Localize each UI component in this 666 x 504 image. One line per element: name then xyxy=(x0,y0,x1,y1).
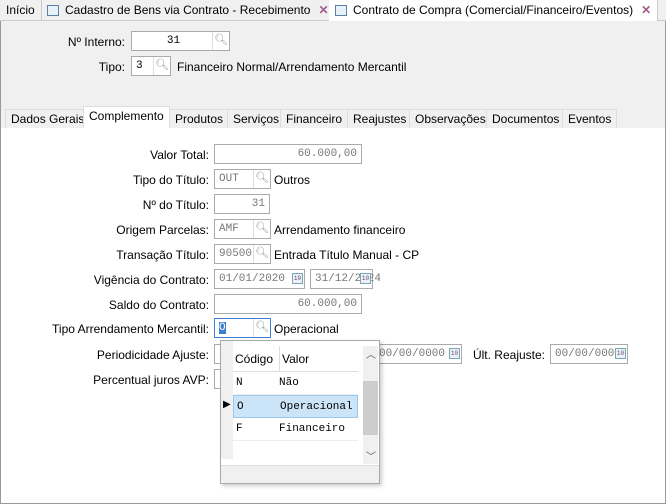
tipo-titulo-input[interactable]: OUT 🔍︎ xyxy=(214,169,271,189)
transacao-value: 90500 xyxy=(219,248,253,260)
scrollbar-thumb[interactable] xyxy=(363,381,378,435)
tab-label: Contrato de Compra (Comercial/Financeiro… xyxy=(353,3,634,17)
close-icon[interactable]: ✕ xyxy=(641,3,651,17)
section-tabs: Dados Gerais Complemento Produtos Serviç… xyxy=(0,105,666,128)
interno-value: 31 xyxy=(166,35,181,47)
scroll-down-icon[interactable]: ﹀ xyxy=(366,448,376,463)
calendar-icon[interactable]: 10 xyxy=(615,348,626,359)
vertical-scrollbar[interactable]: ︿ ﹀ xyxy=(363,346,378,464)
saldo-input[interactable]: 60.000,00 xyxy=(214,294,362,314)
tipo-titulo-value: OUT xyxy=(219,173,239,185)
calendar-icon[interactable]: 10 xyxy=(449,348,460,359)
periodicidade-date-value: 00/00/0000 xyxy=(379,348,446,360)
num-titulo-label: Nº do Título: xyxy=(142,198,209,212)
tipo-value: 3 xyxy=(136,60,143,72)
interno-input[interactable]: 31 🔍︎ xyxy=(131,31,230,51)
origem-value: AMF xyxy=(219,223,239,235)
list-item-selected[interactable]: O Operacional xyxy=(233,395,358,418)
close-icon[interactable]: ✕ xyxy=(318,3,328,17)
valor-total-label: Valor Total: xyxy=(150,148,209,162)
col-codigo-header[interactable]: Código xyxy=(235,346,273,372)
tab-observacoes[interactable]: Observações xyxy=(409,109,492,128)
ult-reajuste-input[interactable]: 00/00/0000 10 xyxy=(550,344,628,364)
search-icon[interactable]: 🔍︎ xyxy=(253,170,270,188)
list-item[interactable]: N Não xyxy=(233,372,358,395)
tab-contrato-compra[interactable]: Contrato de Compra (Comercial/Financeiro… xyxy=(329,0,659,22)
search-icon[interactable]: 🔍︎ xyxy=(153,57,170,75)
transacao-description: Entrada Título Manual - CP xyxy=(274,248,420,262)
tab-eventos[interactable]: Eventos xyxy=(562,109,618,128)
vigencia-inicio-value: 01/01/2020 xyxy=(219,273,286,285)
tab-label: Cadastro de Bens via Contrato - Recebime… xyxy=(65,3,311,17)
list-item[interactable]: F Financeiro xyxy=(233,418,358,441)
origem-input[interactable]: AMF 🔍︎ xyxy=(214,219,271,239)
row-valor: Operacional xyxy=(280,401,353,413)
arrend-description: Operacional xyxy=(274,322,339,336)
arrend-value: O xyxy=(219,322,226,334)
tab-produtos[interactable]: Produtos xyxy=(169,109,230,128)
transacao-input[interactable]: 90500 🔍︎ xyxy=(214,244,271,264)
row-codigo: O xyxy=(237,401,244,413)
document-tab-bar: Início Cadastro de Bens via Contrato - R… xyxy=(0,0,666,22)
search-icon[interactable]: 🔍︎ xyxy=(253,220,270,238)
arrend-input[interactable]: O 🔍︎ xyxy=(214,318,271,338)
num-titulo-input[interactable]: 31 xyxy=(214,194,270,214)
tab-servicos[interactable]: Serviços xyxy=(227,109,286,128)
tab-cadastro-bens[interactable]: Cadastro de Bens via Contrato - Recebime… xyxy=(41,0,336,21)
vigencia-label: Vigência do Contrato: xyxy=(93,273,209,287)
ult-reajuste-label: Últ. Reajuste: xyxy=(472,348,545,362)
calendar-icon[interactable]: 10 xyxy=(292,273,303,284)
dropdown-footer xyxy=(221,465,379,483)
row-codigo: F xyxy=(236,423,243,435)
tab-financeiro[interactable]: Financeiro xyxy=(280,109,349,128)
vigencia-fim-input[interactable]: 31/12/2024 10 xyxy=(310,269,381,289)
tipo-titulo-description: Outros xyxy=(274,173,311,187)
interno-label: Nº Interno: xyxy=(67,35,125,49)
tab-label: Início xyxy=(6,3,35,17)
row-valor: Não xyxy=(279,377,299,389)
tab-reajustes[interactable]: Reajustes xyxy=(347,109,413,128)
tab-dados-gerais[interactable]: Dados Gerais xyxy=(5,109,91,128)
origem-description: Arrendamento financeiro xyxy=(274,223,406,237)
saldo-label: Saldo do Contrato: xyxy=(108,298,209,312)
valor-total-input[interactable]: 60.000,00 xyxy=(214,144,362,164)
tipo-titulo-label: Tipo do Título: xyxy=(132,173,209,187)
lookup-dropdown: Código Valor N Não ▶ O Operacional F Financ… xyxy=(220,340,380,484)
current-row-arrow-icon: ▶ xyxy=(223,399,231,410)
grid-header: Código Valor xyxy=(233,346,358,372)
header-panel: Nº Interno: 31 🔍︎ Tipo: 3 🔍︎ Financeiro No… xyxy=(0,21,666,105)
vigencia-inicio-input[interactable]: 01/01/2020 10 xyxy=(214,269,305,289)
form-icon xyxy=(335,5,347,16)
percentual-label: Percentual juros AVP: xyxy=(93,373,209,387)
calendar-icon[interactable]: 10 xyxy=(360,273,371,284)
form-icon xyxy=(47,5,59,16)
vigencia-fim-value: 31/12/2024 xyxy=(315,273,382,285)
periodicidade-label: Periodicidade Ajuste: xyxy=(96,348,209,362)
col-valor-header[interactable]: Valor xyxy=(279,346,309,372)
row-valor: Financeiro xyxy=(279,423,346,435)
search-icon[interactable]: 🔍︎ xyxy=(212,32,229,50)
tipo-description: Financeiro Normal/Arrendamento Mercantil xyxy=(177,60,407,74)
arrend-label: Tipo Arrendamento Mercantil: xyxy=(52,322,209,336)
search-icon[interactable]: 🔍︎ xyxy=(253,319,270,337)
search-icon[interactable]: 🔍︎ xyxy=(253,245,270,263)
origem-label: Origem Parcelas: xyxy=(116,223,209,237)
transacao-label: Transação Título: xyxy=(116,248,209,262)
tab-documentos[interactable]: Documentos xyxy=(486,109,566,128)
tipo-label: Tipo: xyxy=(98,60,125,74)
ult-reajuste-value: 00/00/0000 xyxy=(555,348,622,360)
periodicidade-date-input[interactable]: 00/00/0000 10 xyxy=(374,344,462,364)
tipo-input[interactable]: 3 🔍︎ xyxy=(131,56,171,76)
row-codigo: N xyxy=(236,377,243,389)
tab-inicio[interactable]: Início xyxy=(0,0,42,21)
scroll-up-icon[interactable]: ︿ xyxy=(366,346,376,361)
tab-complemento[interactable]: Complemento xyxy=(83,106,170,128)
